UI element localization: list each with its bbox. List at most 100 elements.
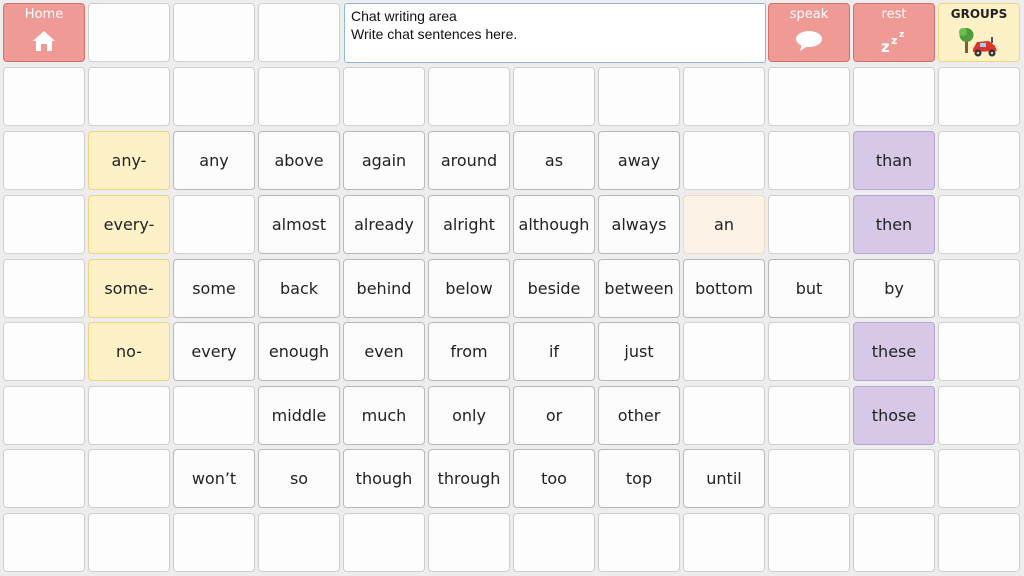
word-button-those[interactable]: those <box>853 386 935 445</box>
word-button-too[interactable]: too <box>513 449 595 508</box>
word-button-enough[interactable]: enough <box>258 322 340 381</box>
word-button-any[interactable]: any <box>173 131 255 190</box>
empty-cell[interactable] <box>683 386 765 445</box>
empty-cell[interactable] <box>88 67 170 126</box>
empty-cell[interactable] <box>938 259 1020 318</box>
empty-cell[interactable] <box>173 3 255 62</box>
empty-cell[interactable] <box>938 195 1020 254</box>
word-button-beside[interactable]: beside <box>513 259 595 318</box>
empty-cell[interactable] <box>938 386 1020 445</box>
empty-cell[interactable] <box>3 386 85 445</box>
word-button-from[interactable]: from <box>428 322 510 381</box>
word-button-much[interactable]: much <box>343 386 425 445</box>
empty-cell[interactable] <box>173 513 255 572</box>
home-button[interactable]: Home <box>3 3 85 62</box>
word-button-or[interactable]: or <box>513 386 595 445</box>
word-button-won-t[interactable]: won’t <box>173 449 255 508</box>
empty-cell[interactable] <box>173 67 255 126</box>
empty-cell[interactable] <box>768 195 850 254</box>
chat-writing-area[interactable]: Chat writing area Write chat sentences h… <box>344 3 766 63</box>
word-button-around[interactable]: around <box>428 131 510 190</box>
empty-cell[interactable] <box>768 67 850 126</box>
word-button-any[interactable]: any- <box>88 131 170 190</box>
empty-cell[interactable] <box>768 513 850 572</box>
empty-cell[interactable] <box>938 513 1020 572</box>
word-button-though[interactable]: though <box>343 449 425 508</box>
empty-cell[interactable] <box>258 67 340 126</box>
word-button-until[interactable]: until <box>683 449 765 508</box>
word-button-middle[interactable]: middle <box>258 386 340 445</box>
word-button-then[interactable]: then <box>853 195 935 254</box>
empty-cell[interactable] <box>853 449 935 508</box>
empty-cell[interactable] <box>938 67 1020 126</box>
word-button-between[interactable]: between <box>598 259 680 318</box>
word-button-through[interactable]: through <box>428 449 510 508</box>
word-button-every[interactable]: every- <box>88 195 170 254</box>
word-button-even[interactable]: even <box>343 322 425 381</box>
empty-cell[interactable] <box>768 449 850 508</box>
empty-cell[interactable] <box>3 259 85 318</box>
empty-cell[interactable] <box>173 386 255 445</box>
empty-cell[interactable] <box>938 322 1020 381</box>
empty-cell[interactable] <box>88 386 170 445</box>
empty-cell[interactable] <box>88 449 170 508</box>
word-button-some[interactable]: some <box>173 259 255 318</box>
empty-cell[interactable] <box>428 67 510 126</box>
word-button-so[interactable]: so <box>258 449 340 508</box>
empty-cell[interactable] <box>88 3 170 62</box>
word-button-always[interactable]: always <box>598 195 680 254</box>
empty-cell[interactable] <box>683 322 765 381</box>
empty-cell[interactable] <box>683 513 765 572</box>
word-button-above[interactable]: above <box>258 131 340 190</box>
empty-cell[interactable] <box>513 513 595 572</box>
empty-cell[interactable] <box>683 67 765 126</box>
empty-cell[interactable] <box>768 386 850 445</box>
empty-cell[interactable] <box>3 67 85 126</box>
empty-cell[interactable] <box>258 3 340 62</box>
empty-cell[interactable] <box>853 513 935 572</box>
word-button-already[interactable]: already <box>343 195 425 254</box>
word-button-alright[interactable]: alright <box>428 195 510 254</box>
word-button-behind[interactable]: behind <box>343 259 425 318</box>
empty-cell[interactable] <box>3 513 85 572</box>
empty-cell[interactable] <box>173 195 255 254</box>
word-button-again[interactable]: again <box>343 131 425 190</box>
word-button-away[interactable]: away <box>598 131 680 190</box>
word-button-bottom[interactable]: bottom <box>683 259 765 318</box>
word-button-just[interactable]: just <box>598 322 680 381</box>
empty-cell[interactable] <box>768 322 850 381</box>
empty-cell[interactable] <box>343 67 425 126</box>
word-button-an[interactable]: an <box>683 195 765 254</box>
empty-cell[interactable] <box>853 67 935 126</box>
speak-button[interactable]: speak <box>768 3 850 62</box>
empty-cell[interactable] <box>3 195 85 254</box>
word-button-every[interactable]: every <box>173 322 255 381</box>
word-button-top[interactable]: top <box>598 449 680 508</box>
empty-cell[interactable] <box>938 131 1020 190</box>
word-button-below[interactable]: below <box>428 259 510 318</box>
empty-cell[interactable] <box>88 513 170 572</box>
word-button-than[interactable]: than <box>853 131 935 190</box>
word-button-by[interactable]: by <box>853 259 935 318</box>
empty-cell[interactable] <box>343 513 425 572</box>
empty-cell[interactable] <box>428 513 510 572</box>
empty-cell[interactable] <box>768 131 850 190</box>
groups-button[interactable]: GROUPS <box>938 3 1020 62</box>
word-button-some[interactable]: some- <box>88 259 170 318</box>
empty-cell[interactable] <box>3 131 85 190</box>
word-button-as[interactable]: as <box>513 131 595 190</box>
empty-cell[interactable] <box>598 513 680 572</box>
empty-cell[interactable] <box>3 449 85 508</box>
word-button-only[interactable]: only <box>428 386 510 445</box>
empty-cell[interactable] <box>938 449 1020 508</box>
word-button-but[interactable]: but <box>768 259 850 318</box>
rest-button[interactable]: rest z z z <box>853 3 935 62</box>
word-button-although[interactable]: although <box>513 195 595 254</box>
word-button-these[interactable]: these <box>853 322 935 381</box>
word-button-no[interactable]: no- <box>88 322 170 381</box>
empty-cell[interactable] <box>3 322 85 381</box>
empty-cell[interactable] <box>598 67 680 126</box>
word-button-back[interactable]: back <box>258 259 340 318</box>
empty-cell[interactable] <box>258 513 340 572</box>
empty-cell[interactable] <box>683 131 765 190</box>
